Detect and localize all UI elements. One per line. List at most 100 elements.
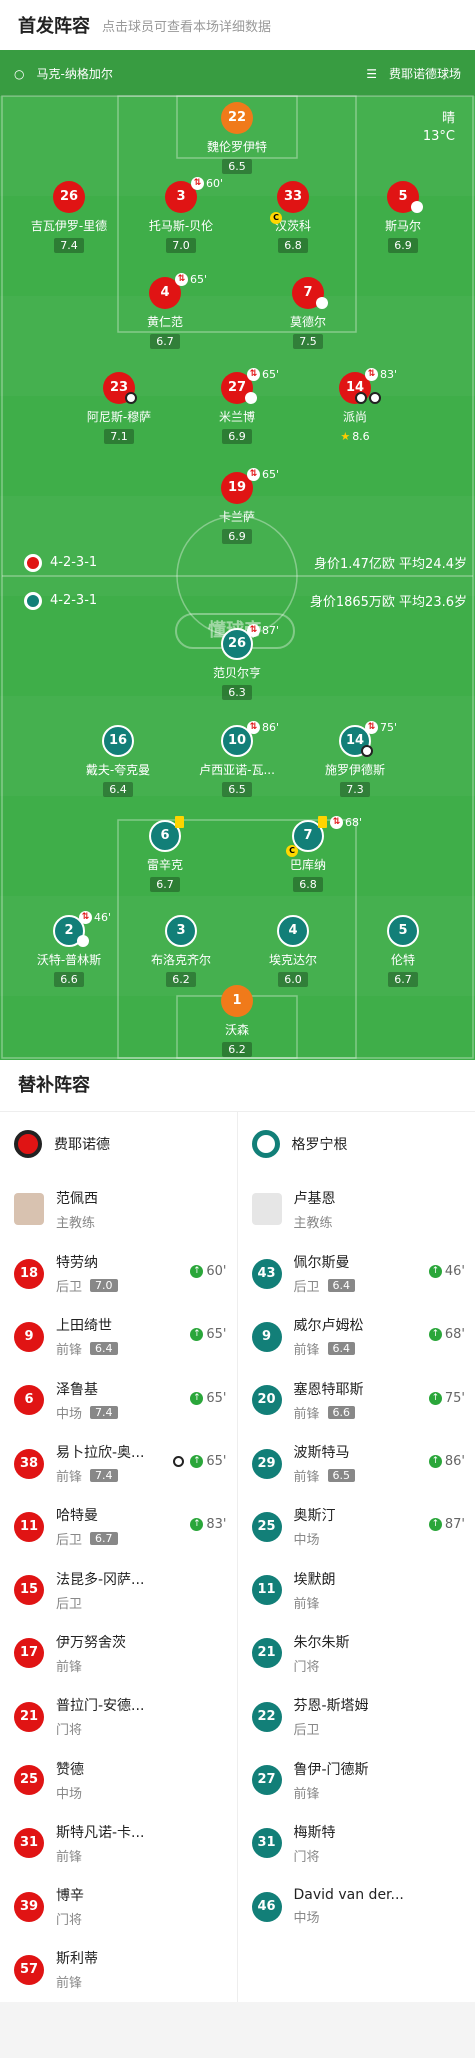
sub-player-row[interactable]: 39博辛门将 <box>0 1875 237 1938</box>
goal-ball-icon <box>361 745 373 757</box>
player-name: 斯马尔 <box>343 217 463 234</box>
sub-player-row[interactable]: 43佩尔斯曼后卫6.4↑46' <box>238 1242 475 1305</box>
sub-player-row[interactable]: 25赞德中场 <box>0 1748 237 1811</box>
home-player[interactable]: 5 斯马尔 6.9 <box>343 181 463 253</box>
sub-in-event: ↑83' <box>190 1517 226 1532</box>
sub-player-name: 芬恩-斯塔姆 <box>294 1695 414 1715</box>
home-value: 身价1.47亿欧 <box>314 557 395 572</box>
player-rating: ★8.6 <box>334 429 375 444</box>
sub-player-row[interactable]: 22芬恩-斯塔姆后卫 <box>238 1685 475 1748</box>
sub-in-event: ↑46' <box>429 1264 465 1279</box>
home-player[interactable]: 23 阿尼斯-穆萨 7.1 <box>59 372 179 444</box>
home-player[interactable]: 19 ⇅65' 卡兰萨 6.9 <box>177 472 297 544</box>
home-player[interactable]: 22 魏伦罗伊特 6.5 <box>177 102 297 174</box>
away-player[interactable]: 14 ⇅75' 施罗伊德斯 7.3 <box>295 725 415 797</box>
home-player[interactable]: 26 吉瓦伊罗-里德 7.4 <box>9 181 129 253</box>
away-team-name: 格罗宁根 <box>292 1134 348 1154</box>
home-team-logo <box>14 1130 42 1158</box>
sub-player-row[interactable]: 31斯特凡诺-卡...前锋 <box>0 1812 237 1875</box>
sub-player-rating: 6.7 <box>90 1532 118 1545</box>
sub-player-row[interactable]: 15法昆多-冈萨...后卫 <box>0 1558 237 1621</box>
sub-player-row[interactable]: 29波斯特马前锋6.5↑86' <box>238 1432 475 1495</box>
sub-player-row[interactable]: 31梅斯特门将 <box>238 1812 475 1875</box>
player-name: 伦特 <box>343 951 463 968</box>
sub-player-name: David van der... <box>294 1887 414 1903</box>
star-icon: ★ <box>340 430 350 443</box>
sub-off-event: ⇅60' <box>191 177 223 190</box>
home-player[interactable]: 27 ⇅65' 米兰博 6.9 <box>177 372 297 444</box>
home-player[interactable]: 3 ⇅60' 托马斯-贝伦 7.0 <box>121 181 241 253</box>
away-player[interactable]: 7 ⇅68' C 巴库纳 6.8 <box>248 820 368 892</box>
sub-out-icon: ⇅ <box>247 624 260 637</box>
sub-player-row[interactable]: 25奥斯汀中场↑87' <box>238 1495 475 1558</box>
away-player[interactable]: 6 雷辛克 6.7 <box>105 820 225 892</box>
away-player[interactable]: 4 埃克达尔 6.0 <box>233 915 353 987</box>
sub-player-row[interactable]: 17伊万努舍茨前锋 <box>0 1622 237 1685</box>
sub-player-row[interactable]: 21普拉门-安德...门将 <box>0 1685 237 1748</box>
sub-out-icon: ⇅ <box>247 468 260 481</box>
away-team-row[interactable]: 格罗宁根 <box>238 1112 475 1176</box>
sub-off-event: ⇅86' <box>247 721 279 734</box>
sub-out-icon: ⇅ <box>175 273 188 286</box>
away-team-icon <box>24 592 42 610</box>
away-team-logo <box>252 1130 280 1158</box>
sub-player-number: 31 <box>14 1828 44 1858</box>
sub-off-event: ⇅65' <box>247 368 279 381</box>
sub-in-event: ↑75' <box>429 1391 465 1406</box>
home-player[interactable]: 4 ⇅65' 黄仁范 6.7 <box>105 277 225 349</box>
away-player[interactable]: 2 ⇅46' 沃特-普林斯 6.6 <box>9 915 129 987</box>
home-age: 平均24.4岁 <box>399 557 467 572</box>
home-player[interactable]: 7 莫德尔 7.5 <box>248 277 368 349</box>
sub-player-name: 奥斯汀 <box>294 1505 414 1525</box>
sub-in-event: ↑87' <box>429 1517 465 1532</box>
coach-role: 主教练 <box>56 1212 98 1231</box>
player-name: 戴夫-夸克曼 <box>58 761 178 778</box>
sub-player-row[interactable]: 27鲁伊-门德斯前锋 <box>238 1748 475 1811</box>
sub-player-rating: 6.4 <box>90 1342 118 1355</box>
sub-player-number: 43 <box>252 1259 282 1289</box>
sub-player-name: 斯特凡诺-卡... <box>56 1822 176 1842</box>
sub-in-event: ↑65' <box>190 1327 226 1342</box>
home-formation: 4-2-3-1 <box>50 555 97 570</box>
player-rating: 6.2 <box>222 1042 252 1057</box>
sub-player-number: 39 <box>14 1892 44 1922</box>
home-team-name: 费耶诺德 <box>54 1134 110 1154</box>
home-player[interactable]: 14 ⇅83' 派尚 ★8.6 <box>295 372 415 444</box>
sub-in-event: ↑60' <box>190 1264 226 1279</box>
sub-player-number: 25 <box>252 1512 282 1542</box>
away-player[interactable]: 1 沃森 6.2 <box>177 985 297 1057</box>
sub-out-icon: ⇅ <box>247 721 260 734</box>
sub-player-row[interactable]: 46David van der...中场 <box>238 1875 475 1938</box>
sub-player-row[interactable]: 57斯利蒂前锋 <box>0 1938 237 2001</box>
sub-player-row[interactable]: 9上田绮世前锋6.4↑65' <box>0 1305 237 1368</box>
sub-player-row[interactable]: 18特劳纳后卫7.0↑60' <box>0 1242 237 1305</box>
yellow-card-icon <box>175 816 184 828</box>
sub-player-row[interactable]: 11埃默朗前锋 <box>238 1558 475 1621</box>
sub-player-row[interactable]: 38易卜拉欣-奥...前锋7.4↑65' <box>0 1432 237 1495</box>
player-number: 33 <box>277 181 309 213</box>
sub-player-name: 特劳纳 <box>56 1252 176 1272</box>
away-player[interactable]: 3 布洛克齐尔 6.2 <box>121 915 241 987</box>
away-player[interactable]: 16 戴夫-夸克曼 6.4 <box>58 725 178 797</box>
sub-player-row[interactable]: 6泽鲁基中场7.4↑65' <box>0 1369 237 1432</box>
away-player[interactable]: 10 ⇅86' 卢西亚诺-瓦... 6.5 <box>177 725 297 797</box>
sub-player-name: 威尔卢姆松 <box>294 1315 414 1335</box>
swap-icon <box>411 201 423 213</box>
home-player[interactable]: 33 C 汉茨科 6.8 <box>233 181 353 253</box>
home-team-row[interactable]: 费耶诺德 <box>0 1112 237 1176</box>
goal-ball-icon <box>355 392 367 404</box>
sub-player-row[interactable]: 21朱尔朱斯门将 <box>238 1622 475 1685</box>
coach-avatar-placeholder <box>252 1193 282 1225</box>
sub-player-row[interactable]: 11哈特曼后卫6.7↑83' <box>0 1495 237 1558</box>
player-name: 黄仁范 <box>105 313 225 330</box>
away-coach[interactable]: 卢基恩主教练 <box>238 1176 475 1242</box>
weather-condition: 晴 <box>423 110 455 128</box>
home-coach[interactable]: 范佩西主教练 <box>0 1176 237 1242</box>
coach-name: 范佩西 <box>56 1188 98 1208</box>
away-player[interactable]: 5 伦特 6.7 <box>343 915 463 987</box>
sub-player-row[interactable]: 9威尔卢姆松前锋6.4↑68' <box>238 1305 475 1368</box>
sub-player-number: 6 <box>14 1385 44 1415</box>
away-player[interactable]: 26 ⇅87' 范贝尔亨 6.3 <box>177 628 297 700</box>
home-team-info: 4-2-3-1 身价1.47亿欧 平均24.4岁 <box>24 553 467 572</box>
sub-player-row[interactable]: 20塞恩特耶斯前锋6.6↑75' <box>238 1369 475 1432</box>
